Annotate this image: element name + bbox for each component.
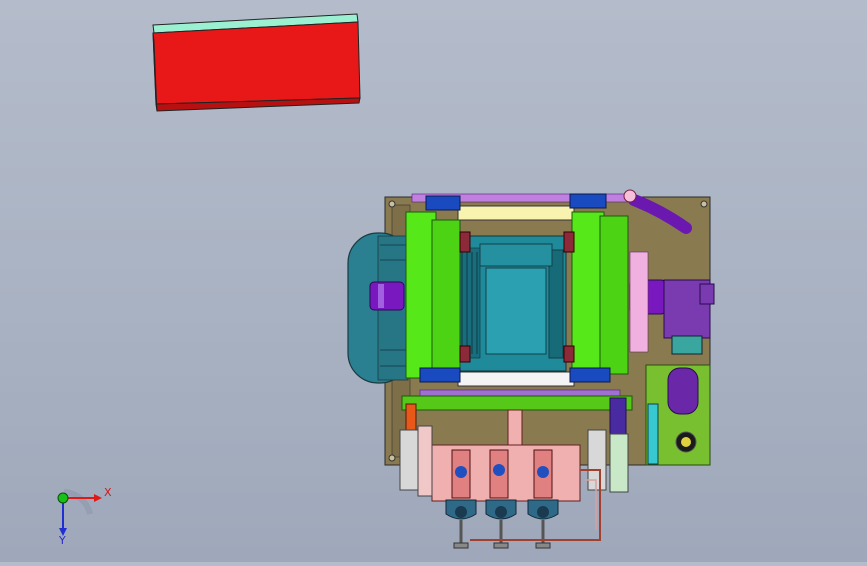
red-block-part[interactable]: [152, 13, 361, 112]
pump-left[interactable]: [405, 195, 471, 383]
cad-viewport[interactable]: X Y: [0, 0, 867, 562]
motor-fan-end[interactable]: [347, 232, 411, 384]
z-axis-icon: [57, 492, 69, 504]
y-axis-label: Y: [58, 534, 66, 544]
coupling-left[interactable]: [369, 281, 405, 311]
x-axis-label: X: [104, 486, 112, 499]
hydraulic-assembly[interactable]: [347, 189, 715, 549]
pump-right[interactable]: [563, 193, 629, 383]
axis-triad[interactable]: X Y: [50, 484, 120, 544]
